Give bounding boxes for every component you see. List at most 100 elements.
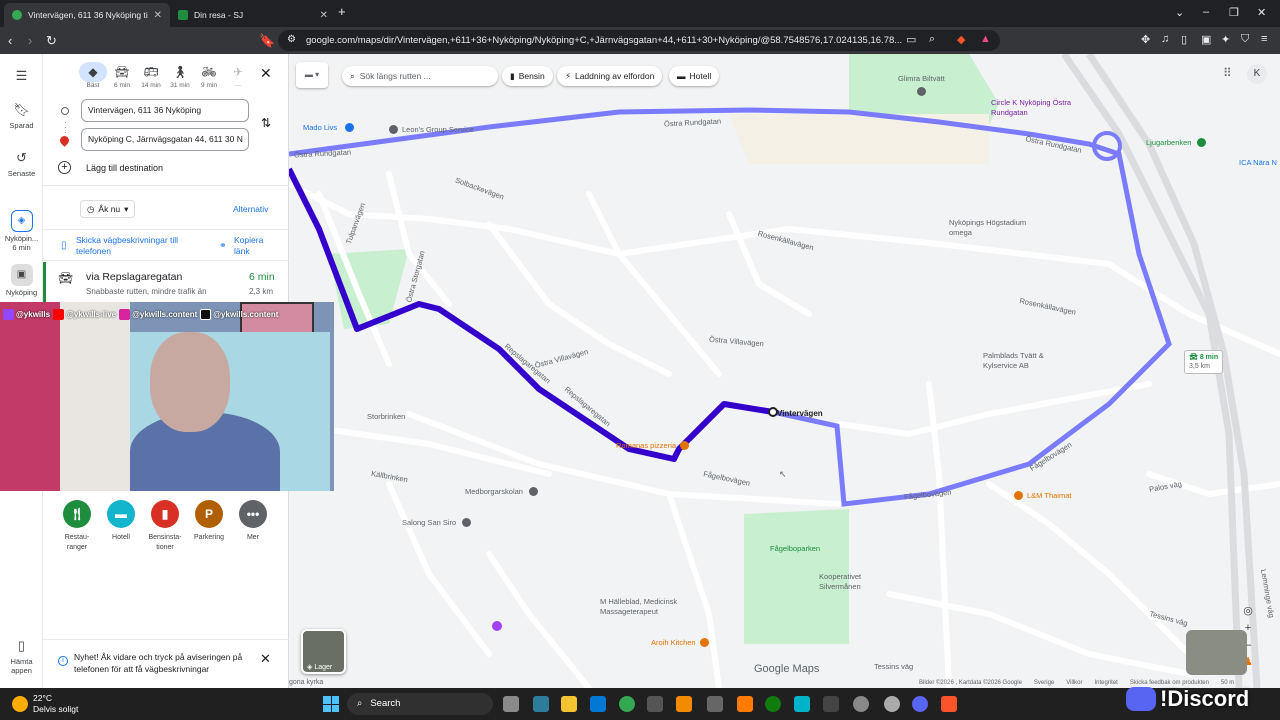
apps-grid-icon[interactable]: ⠿ xyxy=(1223,66,1232,80)
origin-input[interactable]: Vintervägen, 611 36 Nyköping xyxy=(81,99,249,122)
app-icon[interactable] xyxy=(884,696,900,712)
sidebar-icon[interactable]: ▯ xyxy=(1181,33,1187,46)
more-button[interactable]: ••• Mer xyxy=(228,500,278,543)
close-tab-icon[interactable]: ✕ xyxy=(154,10,162,21)
wallet-icon[interactable]: ▣ xyxy=(1201,33,1211,46)
vpn-icon[interactable]: ⛉ xyxy=(1241,33,1249,46)
brave-shield-icon[interactable]: ◆ xyxy=(957,33,965,46)
search-along-route-input[interactable]: ⌕ Sök längs rutten ... xyxy=(342,66,498,86)
media-icon[interactable]: ♫ xyxy=(1161,33,1169,45)
poi-hälleblad-massage[interactable]: M Hälleblad, Medicinsk Massageterapeut xyxy=(600,597,700,617)
mode-car[interactable]: 🚘︎ 6 min xyxy=(108,62,136,89)
recent-button[interactable]: ↺ Senaste xyxy=(0,150,43,178)
poi-marker-icon[interactable] xyxy=(492,621,502,631)
app-icon[interactable] xyxy=(853,696,869,712)
store-icon[interactable] xyxy=(590,696,606,712)
hotels-button[interactable]: ▬ Hotell xyxy=(96,500,146,543)
app-icon[interactable] xyxy=(676,696,692,712)
zoom-icon[interactable]: ⌕ xyxy=(929,33,935,46)
parking-button[interactable]: P Parkering xyxy=(184,500,234,543)
mode-transit[interactable]: 🚌︎ 14 min xyxy=(137,62,165,89)
poi-medborgarskolan[interactable]: Medborgarskolan xyxy=(465,487,542,496)
saved-button[interactable]: 🔖︎ Sparad xyxy=(0,102,43,130)
options-button[interactable]: Alternativ xyxy=(233,204,268,214)
menu-icon[interactable]: ≡ xyxy=(1261,33,1267,45)
recent-trip-1[interactable]: ◈ Nyköpin... 6 min xyxy=(0,210,43,252)
mode-best[interactable]: ◆ Bäst xyxy=(79,62,107,89)
app-icon[interactable] xyxy=(794,696,810,712)
taskbar-search[interactable]: ⌕ Search xyxy=(347,693,493,715)
map-canvas[interactable]: ▬ ▾ ⌕ Sök längs rutten ... ▮ Bensin ⚡︎ Lad… xyxy=(289,54,1280,688)
close-directions-icon[interactable]: ✕ xyxy=(260,65,272,82)
poi-ljugarbenken[interactable]: Ljugarbenken xyxy=(1146,138,1210,147)
tab-maps[interactable]: Vintervägen, 611 36 Nyköping ti ✕ xyxy=(4,3,170,27)
windows-start-icon[interactable] xyxy=(323,696,339,712)
swap-icon[interactable]: ⇅ xyxy=(261,116,271,130)
weather-widget[interactable]: 22°C Delvis soligt xyxy=(33,693,78,715)
close-notice-icon[interactable]: ✕ xyxy=(260,651,271,667)
brave-rewards-icon[interactable]: ▲ xyxy=(980,33,991,45)
collapse-panel-button[interactable]: ▬ ▾ xyxy=(296,62,328,88)
restaurants-button[interactable]: 🍴︎ Restau- ranger xyxy=(52,500,102,553)
brave-taskbar-icon[interactable] xyxy=(941,696,957,712)
depart-time-dropdown[interactable]: ◷ Åk nu ▾ xyxy=(80,200,136,218)
discord-taskbar-icon[interactable] xyxy=(912,696,928,712)
mode-walk[interactable]: 🚶︎ 31 min xyxy=(166,62,194,89)
poi-nykopings-hogstadium[interactable]: Nyköpings Högstadium omega xyxy=(949,218,1044,238)
mode-bike[interactable]: 🚲︎ 9 min xyxy=(195,62,223,89)
mode-flight[interactable]: ✈ — xyxy=(224,62,252,89)
poi-glimra-biltvatt[interactable]: Glimra Biltvätt xyxy=(898,74,945,96)
gas-stations-button[interactable]: ▮ Bensinsta- tioner xyxy=(140,500,190,553)
back-icon[interactable]: ‹ xyxy=(8,33,12,48)
poi-circle-k[interactable]: Circle K Nyköping Östra Rundgatan xyxy=(991,98,1081,118)
task-view-icon[interactable] xyxy=(503,696,519,712)
poi-romanas-pizzeria[interactable]: Romanas pizzeria xyxy=(616,441,693,450)
cast-icon[interactable]: ▭ xyxy=(906,33,916,46)
close-tab-icon[interactable]: ✕ xyxy=(320,10,328,21)
poi-palmblads-tvatt[interactable]: Palmblads Tvätt & Kylservice AB xyxy=(983,351,1073,371)
maximize-icon[interactable]: ❐ xyxy=(1229,6,1239,19)
copy-link-button[interactable]: Kopiera länk xyxy=(234,235,274,257)
layers-button[interactable]: ◈ Lager xyxy=(301,629,346,674)
poi-mado-livs[interactable]: Mado Livs xyxy=(303,123,358,132)
file-explorer-icon[interactable] xyxy=(561,696,577,712)
poi-fagelboparken[interactable]: Fågelboparken xyxy=(770,544,820,553)
route-name[interactable]: via Repslagaregatan xyxy=(86,271,182,283)
send-to-phone-button[interactable]: Skicka vägbeskrivningar till telefonen xyxy=(76,235,191,257)
my-location-icon[interactable]: ◎ xyxy=(1241,603,1255,620)
xbox-icon[interactable] xyxy=(765,696,781,712)
poi-aroih-kitchen[interactable]: Aroih Kitchen xyxy=(651,638,713,647)
reload-icon[interactable]: ↻ xyxy=(46,33,57,49)
new-tab-icon[interactable]: + xyxy=(338,4,346,19)
bookmark-icon[interactable]: 🔖 xyxy=(259,33,275,49)
extensions-icon[interactable]: ✥ xyxy=(1141,33,1150,46)
chip-ev-charging[interactable]: ⚡︎ Laddning av elfordon xyxy=(557,66,663,86)
add-destination-button[interactable]: Lägg till destination xyxy=(86,163,163,173)
poi-kooperativet-silvermanen[interactable]: Kooperativet Silvermånen xyxy=(819,572,879,592)
leo-ai-icon[interactable]: ✦ xyxy=(1221,33,1230,46)
hamburger-menu-icon[interactable]: ☰ xyxy=(0,68,43,87)
close-window-icon[interactable]: ✕ xyxy=(1257,6,1266,19)
minimize-icon[interactable]: – xyxy=(1203,6,1209,18)
poi-lm-thaimat[interactable]: L&M Thaimat xyxy=(1014,491,1071,500)
app-icon[interactable] xyxy=(707,696,723,712)
tab-search-icon[interactable]: ⌄ xyxy=(1175,6,1184,19)
alt-route-callout[interactable]: 🚘︎ 8 min 3,5 km xyxy=(1184,350,1224,374)
site-info-icon[interactable]: ⚙ xyxy=(287,34,296,45)
address-bar[interactable]: ⚙ google.com/maps/dir/Vintervägen,+611+3… xyxy=(278,30,1000,51)
poi-ica-nara[interactable]: ICA Nära N xyxy=(1239,158,1277,167)
chip-hotels[interactable]: ▬ Hotell xyxy=(669,66,720,86)
poi-salong-san-siro[interactable]: Salong San Siro xyxy=(402,518,475,527)
download-app-button[interactable]: ▯ Hämta appen xyxy=(0,638,43,675)
widgets-icon[interactable] xyxy=(533,696,549,712)
app-icon[interactable] xyxy=(647,696,663,712)
account-avatar[interactable]: K xyxy=(1247,64,1267,84)
street-view-preview[interactable] xyxy=(1186,630,1247,675)
forward-icon[interactable]: › xyxy=(28,33,32,48)
app-icon[interactable] xyxy=(737,696,753,712)
app-icon[interactable] xyxy=(823,696,839,712)
poi-leons-group[interactable]: Leon's Group Service xyxy=(389,125,474,134)
chip-gas[interactable]: ▮ Bensin xyxy=(502,66,553,86)
tab-sj[interactable]: Din resa - SJ ✕ xyxy=(170,3,336,27)
destination-input[interactable]: Nyköping C, Järnvägsgatan 44, 611 30 N xyxy=(81,128,249,151)
